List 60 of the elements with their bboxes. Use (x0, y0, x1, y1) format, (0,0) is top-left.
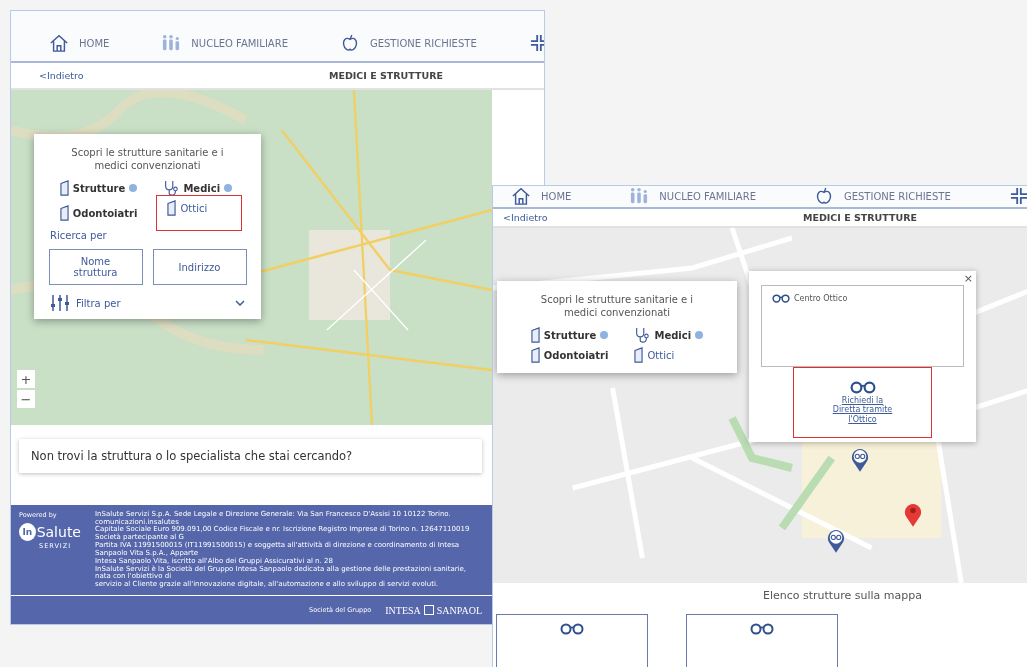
glasses-icon (560, 623, 584, 635)
brand-logo: In Salute (19, 522, 81, 541)
group-logo: INTESA SANPAOL (385, 604, 482, 616)
nav-item[interactable]: GESTIONE RICHIESTE (339, 34, 477, 52)
optician-map-pin[interactable] (851, 447, 869, 473)
nav-item[interactable] (1008, 187, 1027, 206)
house-icon[interactable] (511, 187, 531, 206)
nav-item[interactable] (528, 34, 544, 52)
search-mode-button[interactable]: Nome struttura (48, 249, 143, 285)
location-pin[interactable] (904, 502, 922, 528)
info-icon[interactable] (695, 331, 704, 339)
info-icon[interactable] (129, 184, 138, 192)
house-icon[interactable] (49, 34, 69, 52)
back-link[interactable]: <Indietro (11, 70, 329, 81)
list-title: Elenco strutture sulla mappa (763, 589, 923, 602)
nav-item[interactable]: HOME (511, 187, 572, 206)
category-option[interactable]: Odontoiatri (57, 200, 140, 226)
back-link[interactable]: <Indietro (493, 211, 803, 223)
building-icon (530, 327, 540, 343)
question-card[interactable]: Non trovi la struttura o lo specialista che stai cercando? (19, 439, 482, 473)
result-card[interactable] (496, 614, 648, 667)
nav-item[interactable]: NUCLEO FAMILIARE (161, 34, 288, 52)
info-icon[interactable] (224, 184, 233, 192)
nav-item[interactable]: NUCLEO FAMILIARE (629, 187, 756, 206)
search-mode-button[interactable]: Indirizzo (152, 249, 247, 285)
info-icon[interactable] (600, 331, 609, 339)
panel-intro: Scopri le strutture sanitarie e i medici convenzionati (70, 146, 225, 172)
request-link[interactable]: Richiedi la Diretta tramite l'Ottico (832, 396, 893, 424)
search-label: Ricerca per (50, 230, 107, 241)
sliders-icon (50, 295, 70, 311)
building-icon (59, 205, 69, 221)
zoom-button[interactable]: − (17, 390, 35, 408)
nav-item[interactable]: GESTIONE RICHIESTE (813, 187, 951, 206)
chevron-down-icon (235, 300, 245, 306)
category-option[interactable]: Odontoiatri (528, 347, 611, 363)
category-option[interactable]: Strutture (528, 327, 611, 343)
nav-item[interactable]: HOME (49, 34, 110, 52)
page-title: MEDICI E STRUTTURE (329, 70, 444, 81)
result-card[interactable] (686, 614, 838, 667)
optician-map-pin[interactable] (827, 528, 845, 554)
category-option[interactable]: Medici (632, 327, 706, 343)
glasses-icon (849, 381, 876, 395)
building-icon (634, 347, 644, 363)
category-option[interactable]: Ottici (161, 200, 238, 226)
zoom-button[interactable]: + (17, 370, 35, 388)
glasses-icon (750, 623, 774, 635)
building-icon (59, 180, 69, 196)
filter-toggle[interactable]: Filtra per (44, 295, 251, 311)
building-icon (530, 347, 540, 363)
category-option[interactable]: Medici (161, 180, 238, 196)
building-icon (167, 200, 177, 216)
page-title: MEDICI E STRUTTURE (803, 211, 918, 223)
glasses-icon (772, 294, 790, 303)
close-button[interactable]: × (963, 272, 973, 285)
panel-intro: Scopri le strutture sanitarie e i medici convenzionati (539, 293, 695, 319)
stethoscope-icon (163, 180, 180, 196)
stethoscope-icon (634, 327, 651, 343)
category-option[interactable]: Strutture (57, 180, 140, 196)
category-option[interactable]: Ottici (632, 347, 706, 363)
list-item[interactable]: Centro Ottico (794, 294, 848, 303)
